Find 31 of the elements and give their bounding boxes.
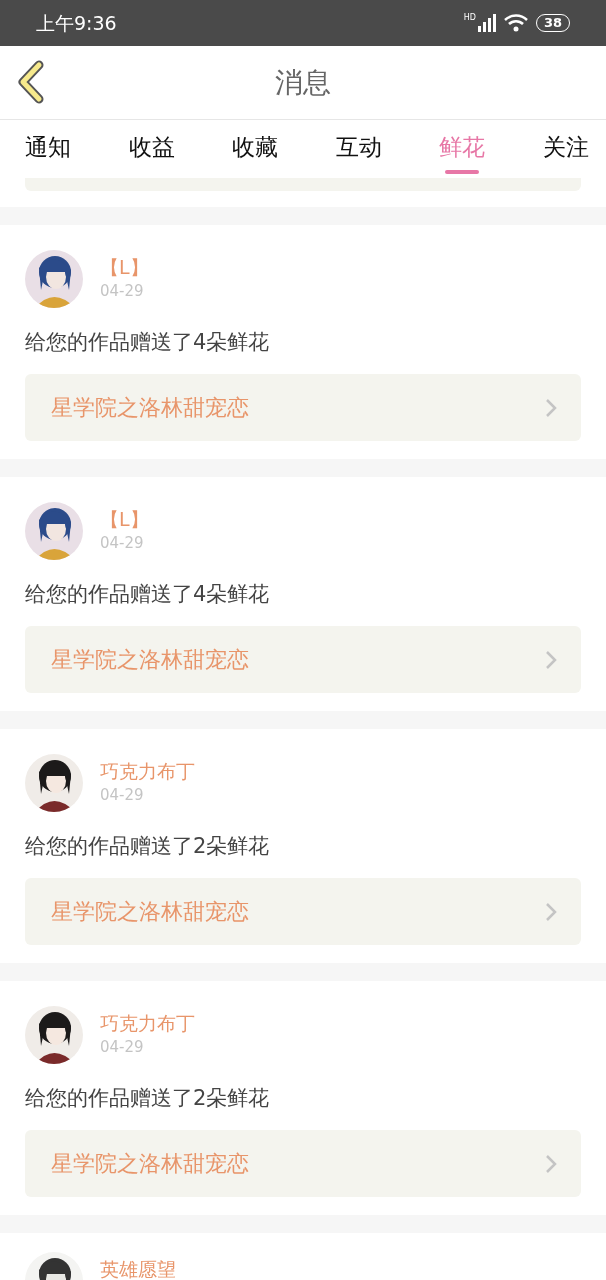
message-date: 04-29 [100, 281, 145, 302]
book-link[interactable]: 星学院之洛林甜宠恋 [25, 626, 581, 693]
book-link[interactable]: 星学院之洛林甜宠恋 [25, 374, 581, 441]
page-title: 消息 [275, 64, 331, 101]
user-name[interactable]: 英雄愿望 [100, 1256, 176, 1280]
tab[interactable]: 关注 [529, 121, 602, 177]
network-label: HD [463, 14, 476, 22]
tab[interactable]: 互动 [322, 121, 395, 177]
message-text: 给您的作品赠送了2朵鲜花 [25, 1085, 271, 1112]
message-text: 给您的作品赠送了4朵鲜花 [25, 581, 271, 608]
book-link[interactable]: 星学院之洛林甜宠恋 [25, 878, 581, 945]
message-text: 给您的作品赠送了4朵鲜花 [25, 329, 271, 356]
chevron-right-icon [545, 397, 557, 418]
message-date: 04-29 [100, 1037, 145, 1058]
message-date: 04-29 [100, 533, 145, 554]
user-name[interactable]: 【L】 [100, 254, 149, 280]
wifi-icon [503, 14, 528, 32]
message-text: 给您的作品赠送了2朵鲜花 [25, 833, 271, 860]
chevron-right-icon [545, 901, 557, 922]
user-name[interactable]: 巧克力布丁 [100, 758, 195, 784]
tab[interactable]: 收藏 [219, 121, 292, 177]
book-link[interactable]: 星学院之洛林甜宠恋 [25, 1130, 581, 1197]
chevron-right-icon [545, 1153, 557, 1174]
tab[interactable]: 通知 [12, 121, 84, 177]
chevron-right-icon [545, 649, 557, 670]
user-name[interactable]: 【L】 [100, 506, 149, 532]
user-name[interactable]: 巧克力布丁 [100, 1010, 195, 1036]
message-date: 04-29 [100, 785, 145, 806]
tab[interactable]: 鲜花 [426, 121, 499, 177]
clock-time: 上午9:36 [36, 10, 117, 36]
tab[interactable]: 收益 [115, 121, 188, 177]
